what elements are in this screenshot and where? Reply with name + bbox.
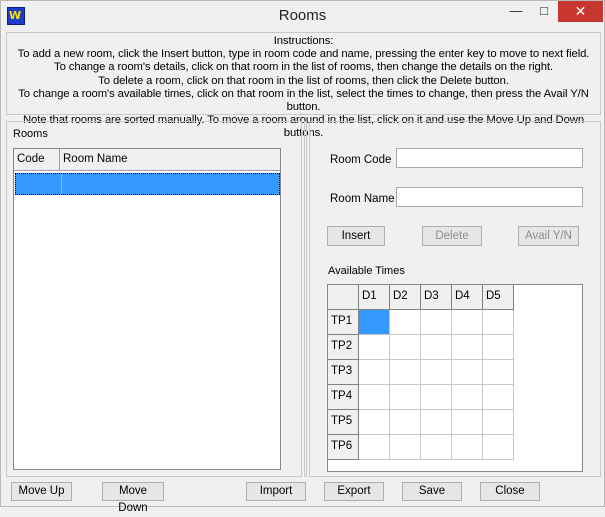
grid-cell[interactable] bbox=[390, 385, 421, 410]
column-header-code[interactable]: Code bbox=[14, 149, 60, 170]
window-close-button[interactable]: ✕ bbox=[558, 1, 603, 22]
instruction-line: To delete a room, click on that room in … bbox=[98, 74, 509, 87]
available-times-grid[interactable]: D1 D2 D3 D4 D5 TP1 TP2 TP3 TP4 TP5 TP6 bbox=[327, 284, 583, 472]
grid-cell[interactable] bbox=[421, 310, 452, 335]
grid-row-header[interactable]: TP5 bbox=[328, 410, 359, 435]
column-header-room-name[interactable]: Room Name bbox=[60, 149, 280, 170]
export-button[interactable]: Export bbox=[324, 482, 384, 501]
save-button[interactable]: Save bbox=[402, 482, 462, 501]
room-code-input[interactable] bbox=[396, 148, 583, 168]
instructions-box: Instructions: To add a new room, click t… bbox=[6, 32, 601, 139]
panel-splitter[interactable] bbox=[304, 121, 307, 477]
grid-column-header[interactable]: D2 bbox=[390, 285, 421, 310]
grid-cell[interactable] bbox=[390, 310, 421, 335]
grid-cell[interactable] bbox=[359, 410, 390, 435]
grid-cell[interactable] bbox=[359, 335, 390, 360]
rooms-list-header: Code Room Name bbox=[14, 149, 280, 171]
table-row[interactable] bbox=[15, 173, 280, 195]
rooms-label: Rooms bbox=[13, 128, 48, 140]
grid-cell[interactable] bbox=[390, 335, 421, 360]
instruction-line: To change a room's available times, clic… bbox=[18, 87, 589, 114]
move-down-button[interactable]: Move Down bbox=[102, 482, 164, 514]
grid-cell[interactable] bbox=[390, 410, 421, 435]
room-name-label: Room Name bbox=[330, 193, 395, 205]
grid-cell[interactable] bbox=[421, 335, 452, 360]
import-button[interactable]: Import bbox=[246, 482, 306, 501]
grid-cell[interactable] bbox=[483, 310, 514, 335]
grid-cell[interactable] bbox=[483, 410, 514, 435]
grid-row-header[interactable]: TP6 bbox=[328, 435, 359, 460]
grid-column-header[interactable]: D5 bbox=[483, 285, 514, 310]
insert-button[interactable]: Insert bbox=[327, 226, 385, 246]
room-code-label: Room Code bbox=[330, 154, 392, 166]
grid-column-header[interactable]: D4 bbox=[452, 285, 483, 310]
grid-row-header[interactable]: TP3 bbox=[328, 360, 359, 385]
grid-cell[interactable] bbox=[452, 335, 483, 360]
grid-cell[interactable] bbox=[359, 385, 390, 410]
rooms-window: W Rooms — □ ✕ Instructions: To add a new… bbox=[0, 0, 605, 514]
grid-cell[interactable] bbox=[421, 435, 452, 460]
room-details-panel: Room Code Room Name Insert Delete Avail … bbox=[309, 121, 601, 477]
grid-cell[interactable] bbox=[452, 435, 483, 460]
available-times-label: Available Times bbox=[328, 265, 405, 277]
grid-cell[interactable] bbox=[421, 410, 452, 435]
instructions-heading: Instructions: bbox=[273, 35, 334, 47]
grid-column-header[interactable]: D1 bbox=[359, 285, 390, 310]
rooms-panel: Rooms Code Room Name bbox=[6, 121, 302, 477]
maximize-button[interactable]: □ bbox=[530, 1, 558, 22]
grid-row-header[interactable]: TP2 bbox=[328, 335, 359, 360]
grid-cell[interactable] bbox=[483, 360, 514, 385]
avail-yn-button[interactable]: Avail Y/N bbox=[518, 226, 579, 246]
instruction-line: To change a room's details, click on tha… bbox=[54, 61, 553, 74]
delete-button[interactable]: Delete bbox=[422, 226, 482, 246]
grid-cell[interactable] bbox=[390, 435, 421, 460]
grid-cell[interactable] bbox=[452, 310, 483, 335]
grid-cell[interactable] bbox=[359, 360, 390, 385]
grid-cell[interactable] bbox=[483, 435, 514, 460]
title-bar: W Rooms — □ ✕ bbox=[1, 1, 604, 31]
move-up-button[interactable]: Move Up bbox=[11, 482, 72, 501]
close-button[interactable]: Close bbox=[480, 482, 540, 501]
rooms-list[interactable]: Code Room Name bbox=[13, 148, 281, 470]
grid-cell[interactable] bbox=[452, 360, 483, 385]
grid-cell[interactable] bbox=[390, 360, 421, 385]
grid-cell[interactable] bbox=[359, 310, 390, 335]
grid-row-header[interactable]: TP4 bbox=[328, 385, 359, 410]
grid-row-header[interactable]: TP1 bbox=[328, 310, 359, 335]
grid-cell[interactable] bbox=[421, 360, 452, 385]
minimize-button[interactable]: — bbox=[502, 1, 530, 22]
grid-cell[interactable] bbox=[421, 385, 452, 410]
room-name-input[interactable] bbox=[396, 187, 583, 207]
instruction-line: To add a new room, click the Insert butt… bbox=[17, 48, 590, 61]
grid-column-header[interactable]: D3 bbox=[421, 285, 452, 310]
grid-cell[interactable] bbox=[483, 335, 514, 360]
grid-corner bbox=[328, 285, 359, 310]
row-column-divider bbox=[61, 174, 62, 194]
grid-cell[interactable] bbox=[483, 385, 514, 410]
grid-cell[interactable] bbox=[359, 435, 390, 460]
grid-cell[interactable] bbox=[452, 410, 483, 435]
grid-cell[interactable] bbox=[452, 385, 483, 410]
